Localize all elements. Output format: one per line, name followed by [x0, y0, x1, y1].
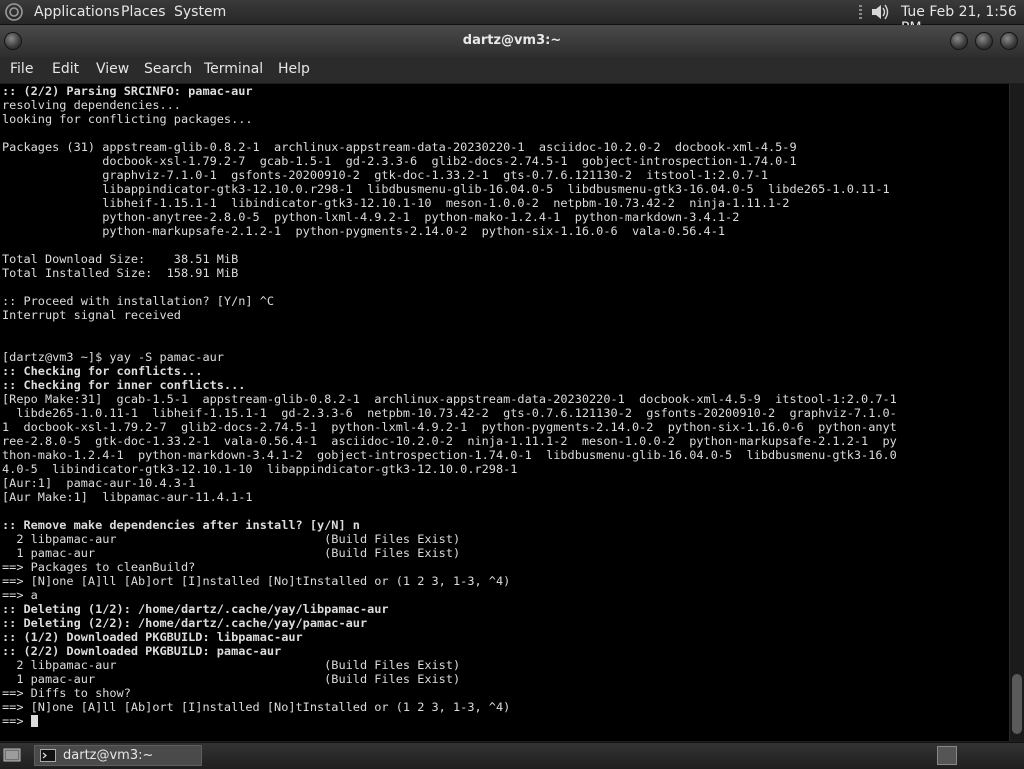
terminal-line: :: (1/2) Downloaded PKGBUILD: libpamac-a… — [2, 630, 303, 644]
terminal-line: ree-2.8.0-5 gtk-doc-1.33.2-1 vala-0.56.4… — [2, 434, 897, 448]
terminal-line: 1 pamac-aur (Build Files Exist) — [2, 546, 461, 560]
menu-terminal[interactable]: Terminal — [204, 61, 263, 77]
terminal-line: :: Deleting (2/2): /home/dartz/.cache/ya… — [2, 616, 368, 630]
terminal-line: Total Installed Size: 158.91 MiB — [2, 266, 239, 280]
terminal-line: libde265-1.0.11-1 libheif-1.15.1-1 gd-2.… — [2, 406, 897, 420]
terminal-line: 4.0-5 libindicator-gtk3-12.10.1-10 libap… — [2, 462, 518, 476]
terminal-line: 1 docbook-xsl-1.79.2-7 glib2-docs-2.74.5… — [2, 420, 897, 434]
close-button[interactable] — [1000, 32, 1018, 50]
terminal-line: python-markupsafe-2.1.2-1 python-pygment… — [2, 224, 726, 238]
terminal-scrollbar[interactable] — [1009, 84, 1024, 741]
terminal-line: 1 pamac-aur (Build Files Exist) — [2, 672, 461, 686]
menu-file[interactable]: File — [10, 61, 33, 77]
terminal-line: :: Checking for inner conflicts... — [2, 378, 246, 392]
terminal-icon — [40, 749, 56, 762]
terminal-line: python-anytree-2.8.0-5 python-lxml-4.9.2… — [2, 210, 740, 224]
bottom-taskbar: dartz@vm3:~ — [0, 742, 1024, 769]
terminal-line: resolving dependencies... — [2, 98, 181, 112]
terminal-line: Interrupt signal received — [2, 308, 181, 322]
terminal-line: :: Proceed with installation? [Y/n] ^C — [2, 294, 275, 308]
taskbar-terminal-button[interactable]: dartz@vm3:~ — [34, 745, 202, 766]
taskbar-terminal-label: dartz@vm3:~ — [63, 748, 154, 763]
terminal-line: graphviz-7.1.0-1 gsfonts-20200910-2 gtk-… — [2, 168, 768, 182]
terminal-line: [dartz@vm3 ~]$ yay -S pamac-aur — [2, 350, 224, 364]
volume-speaker-icon[interactable] — [869, 2, 891, 22]
terminal-line: 2 libpamac-aur (Build Files Exist) — [2, 532, 461, 546]
terminal-line: :: (2/2) Parsing SRCINFO: pamac-aur — [2, 84, 253, 98]
terminal-line: :: Deleting (1/2): /home/dartz/.cache/ya… — [2, 602, 389, 616]
terminal-text: :: (2/2) Parsing SRCINFO: pamac-aur resol… — [0, 84, 1009, 728]
terminal-line: 2 libpamac-aur (Build Files Exist) — [2, 658, 461, 672]
terminal-menubar: File Edit View Search Terminal Help — [0, 57, 1024, 83]
maximize-button[interactable] — [975, 32, 993, 50]
terminal-line: :: Remove make dependencies after instal… — [2, 518, 360, 532]
terminal-line: thon-mako-1.2.4-1 python-markdown-3.4.1-… — [2, 448, 897, 462]
terminal-line: Total Download Size: 38.51 MiB — [2, 252, 239, 266]
terminal-line: :: Checking for conflicts... — [2, 364, 203, 378]
gnome-foot-icon[interactable] — [5, 3, 23, 21]
terminal-line: libheif-1.15.1-1 libindicator-gtk3-12.10… — [2, 196, 790, 210]
terminal-line: ==> — [2, 714, 1009, 728]
scrollbar-thumb[interactable] — [1012, 674, 1022, 734]
minimize-button[interactable] — [950, 32, 968, 50]
menu-edit[interactable]: Edit — [52, 61, 79, 77]
top-panel: Applications Places System Tue Feb 21, 1… — [0, 0, 1024, 36]
menu-view[interactable]: View — [96, 61, 129, 77]
menu-search[interactable]: Search — [144, 61, 192, 77]
terminal-line: ==> Diffs to show? — [2, 686, 131, 700]
terminal-cursor — [30, 715, 38, 727]
terminal-line: [Aur:1] pamac-aur-10.4.3-1 — [2, 476, 196, 490]
applications-menu[interactable]: Applications — [34, 4, 120, 20]
terminal-line: ==> a — [2, 588, 38, 602]
system-menu[interactable]: System — [174, 4, 226, 20]
menu-help[interactable]: Help — [278, 61, 310, 77]
workspace-switcher-icon[interactable] — [937, 746, 957, 765]
terminal-output[interactable]: :: (2/2) Parsing SRCINFO: pamac-aur resol… — [0, 84, 1009, 741]
terminal-line: libappindicator-gtk3-12.10.0.r298-1 libd… — [2, 182, 890, 196]
panel-handle-icon — [859, 5, 862, 19]
terminal-line: looking for conflicting packages... — [2, 112, 253, 126]
places-menu[interactable]: Places — [121, 4, 166, 20]
terminal-line: ==> [N]one [A]ll [Ab]ort [I]nstalled [No… — [2, 574, 511, 588]
terminal-line: ==> [N]one [A]ll [Ab]ort [I]nstalled [No… — [2, 700, 511, 714]
terminal-line: Packages (31) appstream-glib-0.8.2-1 arc… — [2, 140, 797, 154]
terminal-line: [Repo Make:31] gcab-1.5-1 appstream-glib… — [2, 392, 897, 406]
terminal-line: ==> Packages to cleanBuild? — [2, 560, 196, 574]
window-titlebar[interactable]: dartz@vm3:~ — [0, 25, 1024, 57]
show-desktop-icon[interactable] — [3, 748, 21, 763]
terminal-line: docbook-xsl-1.79.2-7 gcab-1.5-1 gd-2.3.3… — [2, 154, 797, 168]
window-title: dartz@vm3:~ — [462, 33, 562, 48]
terminal-line: [Aur Make:1] libpamac-aur-11.4.1-1 — [2, 490, 253, 504]
terminal-line: :: (2/2) Downloaded PKGBUILD: pamac-aur — [2, 644, 282, 658]
